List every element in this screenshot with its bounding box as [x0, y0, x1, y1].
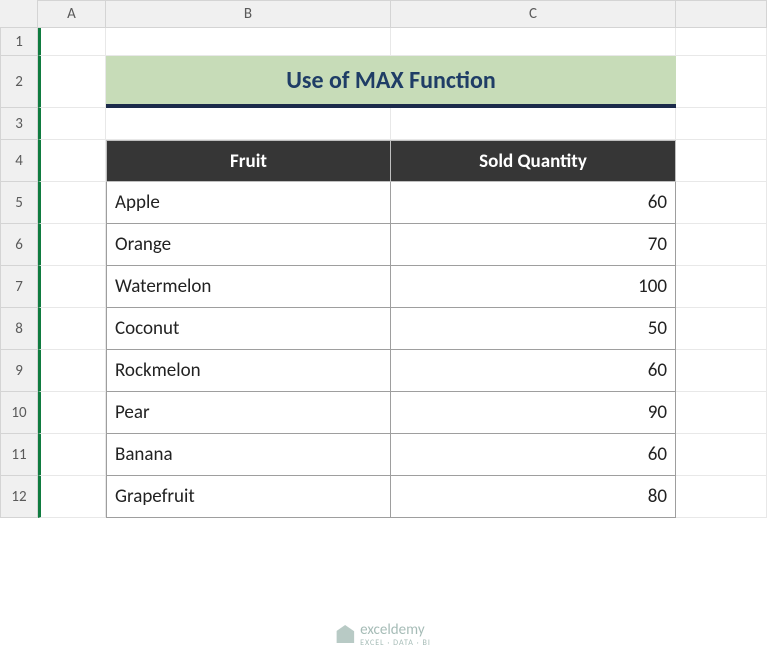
cell[interactable]	[38, 266, 106, 308]
cell[interactable]	[676, 108, 767, 140]
cell[interactable]	[676, 308, 767, 350]
cell[interactable]	[676, 350, 767, 392]
cell[interactable]	[38, 350, 106, 392]
row-header-2[interactable]: 2	[0, 56, 38, 108]
row-header-3[interactable]: 3	[0, 108, 38, 140]
cell[interactable]	[676, 224, 767, 266]
cell[interactable]	[676, 434, 767, 476]
table-cell-qty[interactable]: 90	[391, 392, 676, 434]
table-cell-qty[interactable]: 70	[391, 224, 676, 266]
cell[interactable]	[391, 28, 676, 56]
table-cell-qty[interactable]: 60	[391, 182, 676, 224]
table-header-qty[interactable]: Sold Quantity	[391, 140, 676, 182]
cell[interactable]	[38, 392, 106, 434]
table-cell-qty[interactable]: 60	[391, 434, 676, 476]
table-cell-fruit[interactable]: Orange	[106, 224, 391, 266]
col-header-a[interactable]: A	[38, 0, 106, 28]
table-cell-fruit[interactable]: Rockmelon	[106, 350, 391, 392]
row-header-9[interactable]: 9	[0, 350, 38, 392]
row-header-11[interactable]: 11	[0, 434, 38, 476]
spreadsheet-grid: A B C 1 2 Use of MAX Function 3 4 Fruit …	[0, 0, 767, 518]
table-cell-fruit[interactable]: Apple	[106, 182, 391, 224]
table-cell-fruit[interactable]: Pear	[106, 392, 391, 434]
table-cell-fruit[interactable]: Coconut	[106, 308, 391, 350]
watermark-text: exceldemy EXCEL · DATA · BI	[360, 621, 431, 647]
cell[interactable]	[38, 308, 106, 350]
page-title: Use of MAX Function	[106, 56, 676, 108]
col-header-extra[interactable]	[676, 0, 767, 28]
table-cell-qty[interactable]: 80	[391, 476, 676, 518]
cell[interactable]	[106, 108, 391, 140]
cell[interactable]	[38, 476, 106, 518]
row-header-10[interactable]: 10	[0, 392, 38, 434]
cell[interactable]	[676, 266, 767, 308]
cell[interactable]	[38, 28, 106, 56]
table-header-fruit[interactable]: Fruit	[106, 140, 391, 182]
cell[interactable]	[38, 182, 106, 224]
cell[interactable]	[676, 56, 767, 108]
row-header-1[interactable]: 1	[0, 28, 38, 56]
cell[interactable]	[676, 28, 767, 56]
cell[interactable]	[676, 140, 767, 182]
row-header-5[interactable]: 5	[0, 182, 38, 224]
row-header-4[interactable]: 4	[0, 140, 38, 182]
table-cell-fruit[interactable]: Watermelon	[106, 266, 391, 308]
cell[interactable]	[38, 140, 106, 182]
table-cell-qty[interactable]: 60	[391, 350, 676, 392]
watermark: exceldemy EXCEL · DATA · BI	[336, 621, 431, 647]
corner-cell[interactable]	[0, 0, 38, 28]
cell[interactable]	[676, 182, 767, 224]
col-header-b[interactable]: B	[106, 0, 391, 28]
row-header-7[interactable]: 7	[0, 266, 38, 308]
watermark-brand: exceldemy	[360, 621, 424, 639]
row-header-8[interactable]: 8	[0, 308, 38, 350]
cell[interactable]	[391, 108, 676, 140]
table-cell-qty[interactable]: 100	[391, 266, 676, 308]
watermark-tagline: EXCEL · DATA · BI	[360, 639, 431, 647]
cell[interactable]	[676, 392, 767, 434]
cell[interactable]	[676, 476, 767, 518]
table-cell-qty[interactable]: 50	[391, 308, 676, 350]
cell[interactable]	[38, 56, 106, 108]
cell[interactable]	[38, 108, 106, 140]
row-header-6[interactable]: 6	[0, 224, 38, 266]
cell[interactable]	[106, 28, 391, 56]
row-header-12[interactable]: 12	[0, 476, 38, 518]
table-cell-fruit[interactable]: Grapefruit	[106, 476, 391, 518]
cell[interactable]	[38, 224, 106, 266]
table-cell-fruit[interactable]: Banana	[106, 434, 391, 476]
cell[interactable]	[38, 434, 106, 476]
cube-icon	[336, 625, 354, 643]
col-header-c[interactable]: C	[391, 0, 676, 28]
